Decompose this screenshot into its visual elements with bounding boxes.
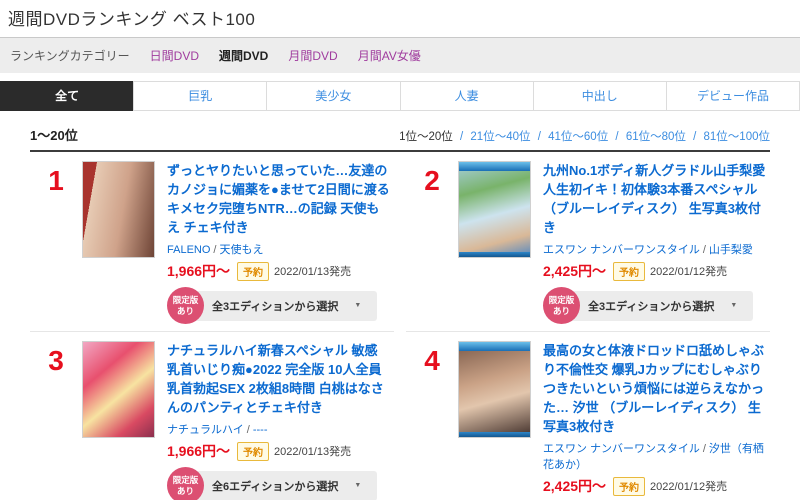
edition-row: 限定版あり 全6エディションから選択 ▼ (167, 467, 390, 500)
rank-number: 2 (406, 161, 458, 324)
tab-all[interactable]: 全て (0, 81, 134, 111)
release-date: 2022/01/12発売 (650, 263, 727, 279)
separator: / (538, 131, 541, 143)
limited-badge-line2: あり (177, 486, 194, 496)
reserve-badge: 予約 (237, 262, 269, 281)
category-monthly-av-actress[interactable]: 月間AV女優 (358, 47, 421, 64)
page-header: 週間DVDランキング ベスト100 (0, 0, 800, 38)
price-line: 2,425円〜 予約 2022/01/12発売 (543, 261, 766, 281)
edition-row: 限定版あり 全3エディションから選択 ▼ (167, 287, 390, 324)
category-weekly-dvd: 週間DVD (219, 47, 268, 64)
cover-thumbnail[interactable] (82, 341, 155, 438)
release-date: 2022/01/13発売 (274, 443, 351, 459)
tab-married[interactable]: 人妻 (400, 81, 534, 111)
separator: / (460, 131, 463, 143)
maker-link[interactable]: エスワン ナンバーワンスタイル (543, 244, 700, 256)
ranking-item-2: 2 九州No.1ボディ新人グラドル山手梨愛 人生初イキ！初体験3本番スペシャル … (406, 152, 770, 332)
tab-beautiful-girl[interactable]: 美少女 (266, 81, 400, 111)
item-title-link[interactable]: 九州No.1ボディ新人グラドル山手梨愛 人生初イキ！初体験3本番スペシャル （ブ… (543, 161, 766, 237)
tab-busty[interactable]: 巨乳 (133, 81, 267, 111)
actress-link[interactable]: ---- (253, 424, 268, 436)
cover-thumbnail[interactable] (458, 341, 531, 438)
limited-badge-line2: あり (553, 306, 570, 316)
limited-badge-line1: 限定版 (549, 295, 575, 305)
maker-link[interactable]: FALENO (167, 244, 210, 256)
price-line: 2,425円〜 予約 2022/01/12発売 (543, 476, 766, 496)
price: 1,966円〜 (167, 261, 230, 281)
price: 1,966円〜 (167, 441, 230, 461)
cover-thumbnail[interactable] (82, 161, 155, 258)
page-link-21-40[interactable]: 21位〜40位 (470, 131, 530, 143)
range-label: 1〜20位 (30, 125, 78, 144)
page-link-1-20: 1位〜20位 (399, 131, 453, 143)
chevron-down-icon: ▼ (354, 482, 361, 489)
price-line: 1,966円〜 予約 2022/01/13発売 (167, 261, 390, 281)
rank-number: 1 (30, 161, 82, 324)
maker-link[interactable]: エスワン ナンバーワンスタイル (543, 443, 700, 455)
edition-select-dropdown[interactable]: 全3エディションから選択 ▼ (570, 291, 753, 321)
limited-badge-line2: あり (177, 306, 194, 316)
separator: / (247, 424, 250, 436)
maker-line: ナチュラルハイ/---- (167, 421, 390, 437)
actress-link[interactable]: 山手梨愛 (709, 244, 753, 256)
edition-row: 限定版あり 全3エディションから選択 ▼ (543, 287, 766, 324)
item-title-link[interactable]: 最高の女と体液ドロッドロ舐めしゃぶり不倫性交 爆乳Jカップにむしゃぶりつきたいと… (543, 341, 766, 436)
limited-badge-line1: 限定版 (173, 475, 199, 485)
ranking-item-3: 3 ナチュラルハイ新春スペシャル 敏感乳首いじり痴●2022 完全版 10人全員… (30, 332, 394, 500)
cover-thumbnail[interactable] (458, 161, 531, 258)
price: 2,425円〜 (543, 261, 606, 281)
genre-tabs: 全て 巨乳 美少女 人妻 中出し デビュー作品 (0, 81, 800, 111)
actress-link[interactable]: 天使もえ (219, 244, 263, 256)
edition-select-label: 全6エディションから選択 (212, 478, 338, 494)
limited-edition-badge: 限定版あり (543, 287, 580, 324)
reserve-badge: 予約 (613, 262, 645, 281)
chevron-down-icon: ▼ (730, 302, 737, 309)
item-title-link[interactable]: ずっとヤりたいと思っていた…友達のカノジョに媚薬を●ませて2日間に渡るキメセク完… (167, 161, 390, 237)
separator: / (693, 131, 696, 143)
edition-select-dropdown[interactable]: 全3エディションから選択 ▼ (194, 291, 377, 321)
reserve-badge: 予約 (237, 442, 269, 461)
separator: / (213, 244, 216, 256)
category-bar-label: ランキングカテゴリー (10, 47, 130, 64)
range-header: 1〜20位 1位〜20位 / 21位〜40位 / 41位〜60位 / 61位〜8… (30, 125, 770, 144)
price: 2,425円〜 (543, 476, 606, 496)
category-daily-dvd[interactable]: 日間DVD (150, 47, 199, 64)
category-monthly-dvd[interactable]: 月間DVD (288, 47, 337, 64)
tab-nakadashi[interactable]: 中出し (533, 81, 667, 111)
edition-select-label: 全3エディションから選択 (588, 298, 714, 314)
release-date: 2022/01/13発売 (274, 263, 351, 279)
maker-link[interactable]: ナチュラルハイ (167, 424, 244, 436)
chevron-down-icon: ▼ (354, 302, 361, 309)
separator: / (615, 131, 618, 143)
limited-badge-line1: 限定版 (173, 295, 199, 305)
ranking-item-4: 4 最高の女と体液ドロッドロ舐めしゃぶり不倫性交 爆乳Jカップにむしゃぶりつきた… (406, 332, 770, 500)
rank-number: 3 (30, 341, 82, 500)
page-link-61-80[interactable]: 61位〜80位 (626, 131, 686, 143)
page-title: 週間DVDランキング ベスト100 (8, 5, 792, 30)
ranking-item-1: 1 ずっとヤりたいと思っていた…友達のカノジョに媚薬を●ませて2日間に渡るキメセ… (30, 152, 394, 332)
release-date: 2022/01/12発売 (650, 478, 727, 494)
limited-edition-badge: 限定版あり (167, 467, 204, 500)
page-link-81-100[interactable]: 81位〜100位 (704, 131, 770, 143)
edition-select-dropdown[interactable]: 全6エディションから選択 ▼ (194, 471, 377, 500)
edition-select-label: 全3エディションから選択 (212, 298, 338, 314)
separator: / (703, 443, 706, 455)
limited-edition-badge: 限定版あり (167, 287, 204, 324)
maker-line: エスワン ナンバーワンスタイル/汐世（有栖花あか） (543, 440, 766, 472)
rank-number: 4 (406, 341, 458, 500)
reserve-badge: 予約 (613, 477, 645, 496)
rank-pagination: 1位〜20位 / 21位〜40位 / 41位〜60位 / 61位〜80位 / 8… (399, 128, 770, 144)
ranking-grid: 1 ずっとヤりたいと思っていた…友達のカノジョに媚薬を●ませて2日間に渡るキメセ… (30, 152, 770, 500)
separator: / (703, 244, 706, 256)
item-title-link[interactable]: ナチュラルハイ新春スペシャル 敏感乳首いじり痴●2022 完全版 10人全員乳首… (167, 341, 390, 417)
tab-debut[interactable]: デビュー作品 (666, 81, 800, 111)
ranking-category-bar: ランキングカテゴリー 日間DVD 週間DVD 月間DVD 月間AV女優 (0, 38, 800, 73)
page-link-41-60[interactable]: 41位〜60位 (548, 131, 608, 143)
maker-line: FALENO/天使もえ (167, 241, 390, 257)
maker-line: エスワン ナンバーワンスタイル/山手梨愛 (543, 241, 766, 257)
price-line: 1,966円〜 予約 2022/01/13発売 (167, 441, 390, 461)
